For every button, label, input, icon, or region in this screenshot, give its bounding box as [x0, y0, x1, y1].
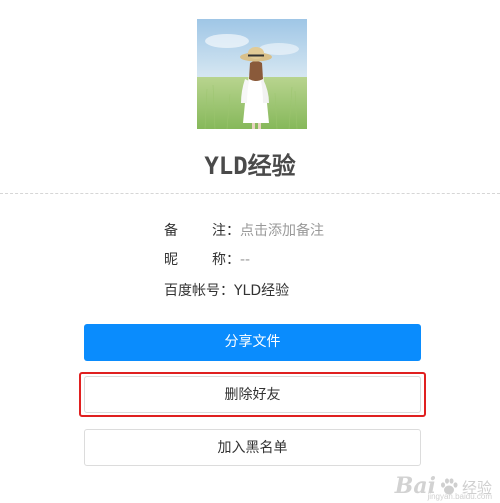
nickname-value: --	[240, 252, 251, 268]
account-label: 百度帐号：	[164, 283, 234, 299]
remark-label-part1: 备	[164, 223, 178, 239]
avatar[interactable]	[197, 19, 307, 129]
divider	[0, 193, 500, 194]
watermark-url: jingyan.baidu.com	[427, 492, 492, 501]
nickname-row: 昵 称：--	[164, 248, 250, 272]
nickname-label-part1: 昵	[164, 252, 178, 268]
remark-label-part2: 注：	[212, 223, 240, 239]
profile-name: YLD经验	[204, 152, 296, 180]
nickname-label-part2: 称：	[212, 252, 240, 268]
avatar-image	[197, 19, 307, 129]
delete-friend-button[interactable]: 删除好友	[84, 376, 421, 413]
add-to-blacklist-button[interactable]: 加入黑名单	[84, 429, 421, 466]
account-value: YLD经验	[234, 283, 290, 299]
account-row: 百度帐号：YLD经验	[164, 279, 289, 303]
remark-value[interactable]: 点击添加备注	[240, 223, 324, 239]
share-file-button[interactable]: 分享文件	[84, 324, 421, 361]
watermark: Bai 经验 jingyan.baidu.com	[395, 475, 492, 501]
remark-row[interactable]: 备 注：点击添加备注	[164, 219, 324, 243]
